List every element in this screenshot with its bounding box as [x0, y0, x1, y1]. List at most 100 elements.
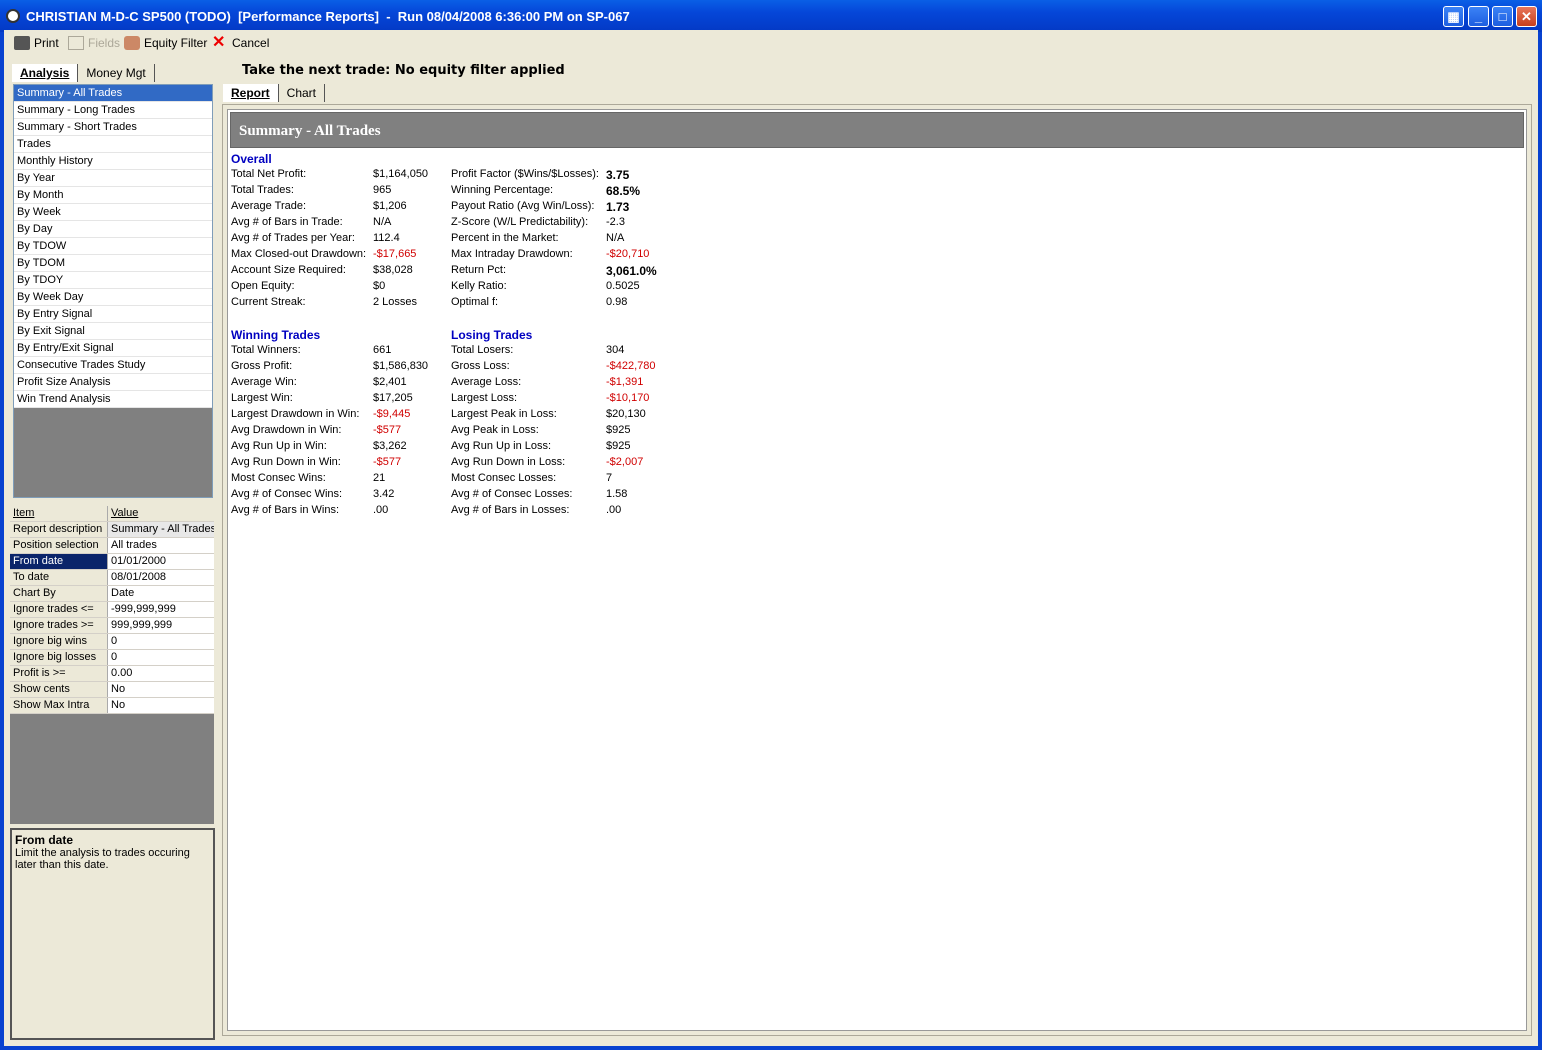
- stat-value: -$10,170: [606, 392, 650, 404]
- grid-item[interactable]: Profit is >=: [10, 666, 108, 681]
- stat-value: .00: [606, 504, 622, 516]
- stat-value: $1,586,830: [373, 360, 429, 372]
- item-header[interactable]: Item: [10, 506, 108, 521]
- report-panel: Summary - All Trades Overall Total Net Pr…: [222, 104, 1532, 1036]
- grid-row[interactable]: Position selection All trades: [10, 538, 214, 554]
- stat-label: Avg Run Up in Win:: [231, 440, 327, 452]
- grid-row[interactable]: Report description Summary - All Trades: [10, 522, 214, 538]
- grid-row[interactable]: From date 01/01/2000: [10, 554, 214, 570]
- maximize-button[interactable]: □: [1492, 6, 1513, 27]
- grid-item[interactable]: Ignore trades >=: [10, 618, 108, 633]
- stat-value: 3,061.0%: [606, 264, 657, 278]
- stat-label: Avg # of Trades per Year:: [231, 232, 355, 244]
- nav-item[interactable]: By TDOM: [14, 255, 212, 272]
- grid-item[interactable]: Ignore trades <=: [10, 602, 108, 617]
- grid-row[interactable]: Ignore trades <= -999,999,999: [10, 602, 214, 618]
- grid-value[interactable]: All trades: [108, 538, 214, 553]
- nav-item[interactable]: By TDOW: [14, 238, 212, 255]
- nav-item[interactable]: By Day: [14, 221, 212, 238]
- stat-value: 0.98: [606, 296, 628, 308]
- nav-item[interactable]: Trades: [14, 136, 212, 153]
- nav-item[interactable]: By TDOY: [14, 272, 212, 289]
- tab-chart[interactable]: Chart: [279, 84, 326, 102]
- nav-item[interactable]: Win Trend Analysis: [14, 391, 212, 408]
- window-body: Print Fields Equity Filter ✕ Cancel Analy…: [4, 30, 1538, 1046]
- stat-value: N/A: [373, 216, 392, 228]
- tab-analysis[interactable]: Analysis: [12, 64, 79, 82]
- nav-item[interactable]: By Year: [14, 170, 212, 187]
- stat-value: 112.4: [373, 232, 400, 244]
- section-title: Losing Trades: [451, 328, 533, 342]
- grid-value[interactable]: Summary - All Trades: [108, 522, 214, 537]
- grid-value[interactable]: 08/01/2008: [108, 570, 214, 585]
- grid-item[interactable]: Ignore big losses: [10, 650, 108, 665]
- grid-value[interactable]: 999,999,999: [108, 618, 214, 633]
- stat-value: $925: [606, 424, 631, 436]
- equity-filter-button[interactable]: Equity Filter: [124, 36, 207, 50]
- stat-value: 2 Losses: [373, 296, 418, 308]
- stat-value: $38,028: [373, 264, 413, 276]
- grid-item[interactable]: From date: [10, 554, 108, 569]
- stat-value: -$422,780: [606, 360, 656, 372]
- grid-row[interactable]: Show Max Intra No: [10, 698, 214, 714]
- grid-item[interactable]: Position selection: [10, 538, 108, 553]
- grid-item[interactable]: Ignore big wins: [10, 634, 108, 649]
- grid-row[interactable]: Chart By Date: [10, 586, 214, 602]
- nav-item[interactable]: Summary - All Trades: [14, 85, 212, 102]
- stat-label: Z-Score (W/L Predictability):: [451, 216, 589, 228]
- property-grid: Item Value Report description Summary - A…: [10, 506, 214, 824]
- grid-row[interactable]: Show cents No: [10, 682, 214, 698]
- minimize-button[interactable]: _: [1468, 6, 1489, 27]
- nav-item[interactable]: By Entry Signal: [14, 306, 212, 323]
- grid-item[interactable]: Show Max Intra: [10, 698, 108, 713]
- help-text: Limit the analysis to trades occuring la…: [15, 847, 190, 871]
- nav-item[interactable]: By Exit Signal: [14, 323, 212, 340]
- stat-label: Most Consec Wins:: [231, 472, 326, 484]
- nav-item[interactable]: Summary - Short Trades: [14, 119, 212, 136]
- grid-value[interactable]: No: [108, 698, 214, 713]
- cancel-button[interactable]: ✕ Cancel: [212, 35, 269, 51]
- fields-button[interactable]: Fields: [68, 36, 120, 50]
- stat-label: Gross Profit:: [231, 360, 293, 372]
- grid-item[interactable]: To date: [10, 570, 108, 585]
- grid-value[interactable]: No: [108, 682, 214, 697]
- tab-money-mgt[interactable]: Money Mgt: [78, 64, 155, 82]
- grid-row[interactable]: Ignore big losses 0: [10, 650, 214, 666]
- grid-value[interactable]: 0: [108, 634, 214, 649]
- stat-label: Return Pct:: [451, 264, 507, 276]
- nav-item[interactable]: Profit Size Analysis: [14, 374, 212, 391]
- nav-item[interactable]: Summary - Long Trades: [14, 102, 212, 119]
- grid-item[interactable]: Chart By: [10, 586, 108, 601]
- grid-row[interactable]: Ignore big wins 0: [10, 634, 214, 650]
- help-title: From date: [15, 833, 74, 847]
- nav-item[interactable]: By Month: [14, 187, 212, 204]
- close-button[interactable]: ✕: [1516, 6, 1537, 27]
- stat-value: .00: [373, 504, 389, 516]
- grid-item[interactable]: Show cents: [10, 682, 108, 697]
- grid-item[interactable]: Report description: [10, 522, 108, 537]
- stat-value: 3.75: [606, 168, 630, 182]
- grid-value[interactable]: 0.00: [108, 666, 214, 681]
- nav-item[interactable]: Monthly History: [14, 153, 212, 170]
- grid-value[interactable]: -999,999,999: [108, 602, 214, 617]
- grid-value[interactable]: 01/01/2000: [108, 554, 214, 569]
- stat-value: 7: [606, 472, 613, 484]
- grid-row[interactable]: Ignore trades >= 999,999,999: [10, 618, 214, 634]
- help-box: From date Limit the analysis to trades o…: [10, 828, 215, 1040]
- report-list: Summary - All Trades Summary - Long Trade…: [13, 84, 213, 498]
- nav-item[interactable]: Consecutive Trades Study: [14, 357, 212, 374]
- grid-icon[interactable]: ▦: [1443, 6, 1464, 27]
- nav-item[interactable]: By Entry/Exit Signal: [14, 340, 212, 357]
- stat-label: Avg # of Consec Wins:: [231, 488, 343, 500]
- stat-value: $2,401: [373, 376, 407, 388]
- stat-label: Average Trade:: [231, 200, 307, 212]
- value-header[interactable]: Value: [108, 506, 214, 521]
- print-button[interactable]: Print: [14, 36, 59, 50]
- grid-value[interactable]: Date: [108, 586, 214, 601]
- grid-row[interactable]: Profit is >= 0.00: [10, 666, 214, 682]
- nav-item[interactable]: By Week: [14, 204, 212, 221]
- grid-value[interactable]: 0: [108, 650, 214, 665]
- nav-item[interactable]: By Week Day: [14, 289, 212, 306]
- grid-row[interactable]: To date 08/01/2008: [10, 570, 214, 586]
- tab-report[interactable]: Report: [223, 84, 279, 102]
